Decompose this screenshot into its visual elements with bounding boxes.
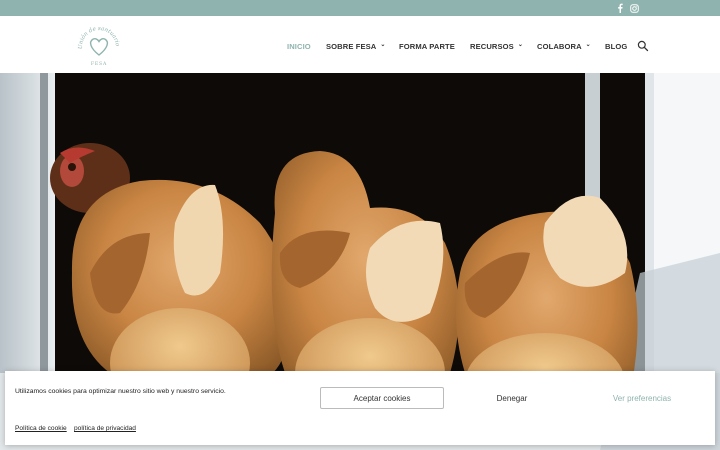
site-logo[interactable]: Unión de santuarios FESA [73, 18, 124, 70]
cookie-consent-banner: Utilizamos cookies para optimizar nuestr… [5, 371, 715, 445]
nav-item-label: RECURSOS [470, 41, 514, 51]
nav-item-blog[interactable]: BLOG [605, 40, 627, 52]
nav-item-sobre-fesa[interactable]: SOBRE FESA ⌄ [326, 40, 386, 52]
nav-item-colabora[interactable]: COLABORA ⌄ [537, 40, 591, 52]
nav-item-label: INICIO [287, 41, 311, 51]
logo-arc-text: Unión de santuarios [73, 18, 121, 49]
nav-item-recursos[interactable]: RECURSOS ⌄ [470, 40, 523, 52]
accept-cookies-button[interactable]: Aceptar cookies [320, 387, 444, 409]
chevron-down-icon: ⌄ [585, 42, 591, 48]
privacy-policy-link[interactable]: política de privacidad [74, 425, 136, 432]
nav-item-label: FORMA PARTE [399, 41, 455, 51]
nav-item-inicio[interactable]: INICIO [287, 40, 311, 52]
nav-item-label: BLOG [605, 41, 628, 51]
facebook-icon[interactable] [614, 2, 626, 14]
cookie-message: Utilizamos cookies para optimizar nuestr… [15, 388, 226, 395]
svg-text:Unión de santuarios: Unión de santuarios [74, 22, 120, 49]
instagram-icon[interactable] [628, 2, 640, 14]
nav-item-label: COLABORA [537, 41, 582, 51]
deny-cookies-button[interactable]: Denegar [475, 387, 549, 409]
chevron-down-icon: ⌄ [380, 42, 386, 48]
nav-item-forma-parte[interactable]: FORMA PARTE [399, 40, 455, 52]
view-preferences-button[interactable]: Ver preferencias [595, 387, 689, 409]
logo-bottom-text: FESA [91, 61, 107, 67]
top-bar [0, 0, 720, 16]
chevron-down-icon: ⌄ [517, 42, 523, 48]
search-icon[interactable] [637, 39, 649, 52]
heart-icon [89, 38, 109, 56]
cookie-policy-link[interactable]: Política de cookie [15, 425, 67, 432]
nav-item-label: SOBRE FESA [326, 41, 377, 51]
